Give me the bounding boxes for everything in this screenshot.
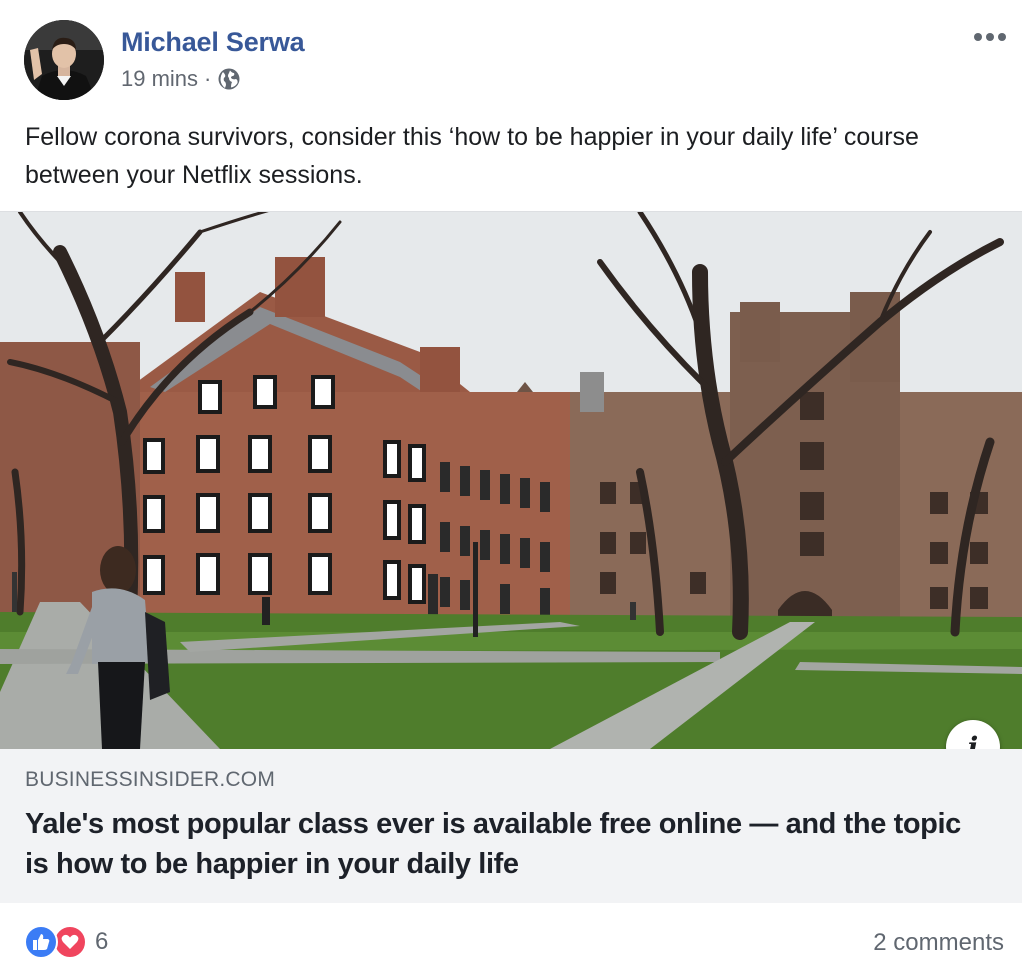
link-preview-image[interactable] bbox=[0, 212, 1022, 749]
post-footer: 6 2 comments bbox=[0, 903, 1022, 970]
more-options-button[interactable] bbox=[970, 22, 1010, 52]
like-icon bbox=[24, 925, 58, 959]
meta-separator: · bbox=[204, 66, 212, 91]
link-preview-info[interactable]: BUSINESSINSIDER.COM Yale's most popular … bbox=[0, 749, 1022, 903]
globe-icon bbox=[217, 67, 241, 91]
more-dots-icon bbox=[974, 33, 1006, 41]
post-meta: 19 mins · bbox=[121, 66, 241, 92]
author-name[interactable]: Michael Serwa bbox=[121, 27, 305, 58]
link-headline[interactable]: Yale's most popular class ever is availa… bbox=[25, 804, 985, 884]
post-message: Fellow corona survivors, consider this ‘… bbox=[25, 123, 919, 189]
reaction-count: 6 bbox=[95, 928, 109, 955]
link-preview-card[interactable]: i BUSINESSINSIDER.COM Yale's most popula… bbox=[0, 211, 1022, 903]
link-domain: BUSINESSINSIDER.COM bbox=[25, 768, 276, 791]
reactions-summary[interactable]: 6 bbox=[24, 925, 108, 959]
comments-count-link[interactable]: 2 comments bbox=[873, 929, 1004, 957]
post-header: Michael Serwa 19 mins · bbox=[0, 0, 1022, 112]
post-timestamp[interactable]: 19 mins bbox=[121, 66, 198, 92]
love-icon bbox=[53, 925, 87, 959]
avatar[interactable] bbox=[24, 20, 104, 100]
